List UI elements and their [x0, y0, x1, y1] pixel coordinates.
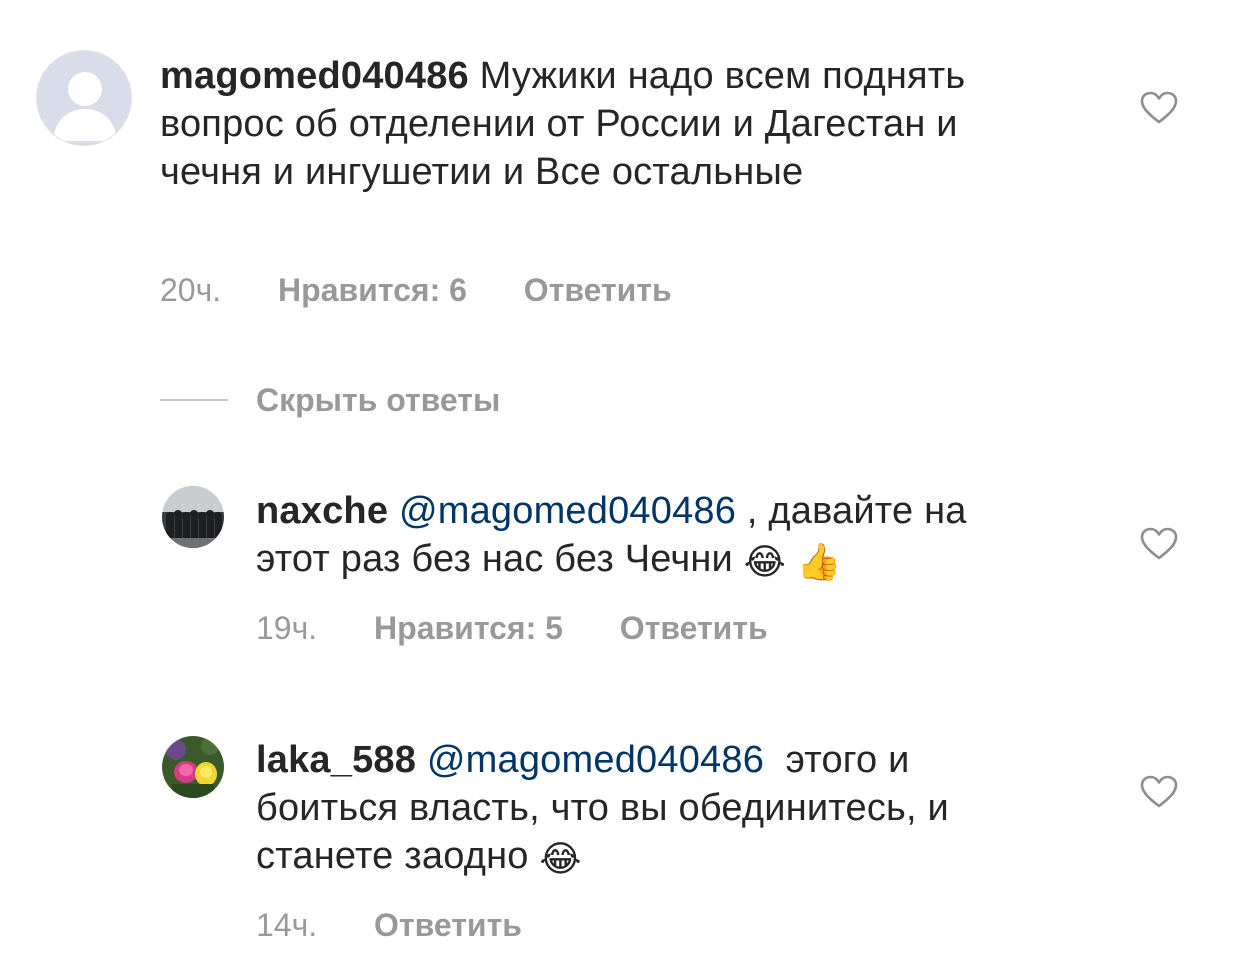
comment-likes[interactable]: Нравится: 6: [278, 270, 467, 310]
reply-username[interactable]: laka_588: [256, 739, 416, 781]
laughing-tears-emoji: 😂: [539, 838, 582, 879]
laughing-tears-emoji: 😂: [743, 541, 786, 582]
reply-button[interactable]: Ответить: [620, 608, 768, 648]
comment-body: magomed040486 Мужики надо всем поднять в…: [160, 52, 1060, 196]
comment-username[interactable]: magomed040486: [160, 55, 469, 97]
reply-button[interactable]: Ответить: [524, 270, 672, 310]
avatar-laka[interactable]: [162, 736, 224, 798]
reply-body: laka_588 @magomed040486 этого и боиться …: [256, 736, 1116, 880]
thumbs-up-emoji: 👍: [796, 541, 842, 582]
divider-line: [160, 399, 228, 401]
heart-outline-icon[interactable]: [1140, 527, 1178, 561]
reply-meta: 19ч. Нравится: 5 Ответить: [256, 608, 768, 648]
heart-outline-icon[interactable]: [1140, 91, 1178, 125]
avatar-default-icon[interactable]: [36, 50, 132, 146]
mention-link[interactable]: @magomed040486: [399, 490, 736, 532]
comment-meta: 20ч. Нравится: 6 Ответить: [160, 270, 672, 310]
crowd-photo-avatar: [162, 486, 224, 548]
reply-text-part2: этот раз без нас без Чечни: [256, 538, 744, 580]
reply-text-part3: станете заодно: [256, 835, 540, 877]
reply-text-part1: , давайте на: [736, 490, 967, 532]
comment-time: 20ч.: [160, 272, 222, 308]
reply-body: naxche @magomed040486 , давайте на этот …: [256, 487, 1116, 583]
flowers-photo-avatar: [162, 736, 224, 798]
heart-outline-icon[interactable]: [1140, 775, 1178, 809]
reply-meta: 14ч. Ответить: [256, 905, 522, 945]
person-silhouette-icon: [37, 51, 131, 145]
hide-replies-label[interactable]: Скрыть ответы: [256, 378, 500, 422]
reply-likes[interactable]: Нравится: 5: [374, 608, 563, 648]
reply-time: 14ч.: [256, 907, 318, 943]
reply-time: 19ч.: [256, 610, 318, 646]
reply-button[interactable]: Ответить: [374, 905, 522, 945]
mention-link[interactable]: @magomed040486: [427, 739, 764, 781]
reply-text-part1: этого и: [764, 739, 910, 781]
reply-text-part2: боиться власть, что вы обединитесь, и: [256, 787, 949, 829]
reply-username[interactable]: naxche: [256, 490, 388, 532]
avatar-naxche[interactable]: [162, 486, 224, 548]
